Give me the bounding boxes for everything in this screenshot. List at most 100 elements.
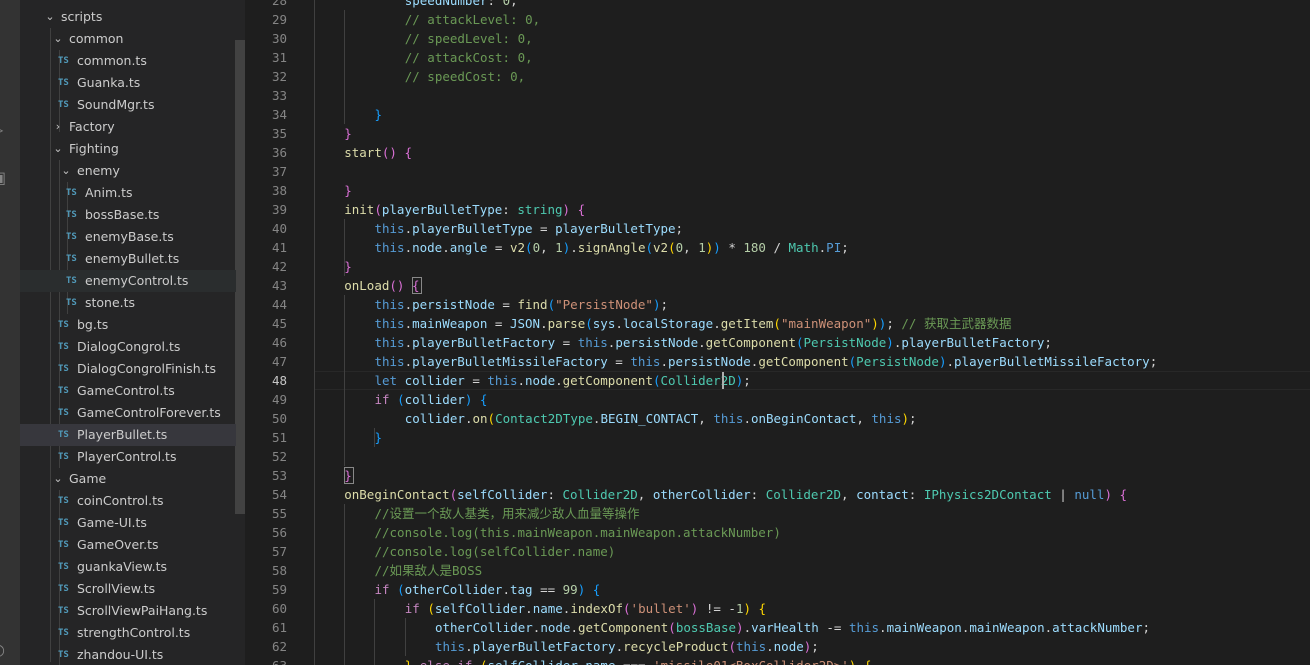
code-token: // attackLevel: 0, xyxy=(404,12,541,27)
code-line[interactable]: collider.on(Contact2DType.BEGIN_CONTACT,… xyxy=(314,409,917,428)
tree-label: strengthControl.ts xyxy=(77,625,191,640)
line-number: 63 xyxy=(245,656,287,665)
code-line[interactable]: //console.log(selfCollider.name) xyxy=(314,542,615,561)
code-line[interactable]: // speedLevel: 0, xyxy=(314,29,533,48)
code-line[interactable]: this.playerBulletMissileFactory = this.p… xyxy=(314,352,1157,371)
code-line[interactable]: init(playerBulletType: string) { xyxy=(314,200,585,219)
line-number: 41 xyxy=(271,240,287,255)
source-control-icon[interactable]: ⑂ xyxy=(0,74,7,90)
file-enemybase-ts[interactable]: TS enemyBase.ts xyxy=(20,226,236,248)
search-icon[interactable]: ⌕ xyxy=(0,26,7,42)
code-token: } xyxy=(374,430,382,445)
code-line[interactable]: if (collider) { xyxy=(314,390,487,409)
code-token: onBeginContact xyxy=(750,411,857,426)
code-line[interactable]: //console.log(this.mainWeapon.mainWeapon… xyxy=(314,523,780,542)
run-debug-icon[interactable]: ▷ xyxy=(0,122,7,138)
file-gameover-ts[interactable]: TS GameOver.ts xyxy=(20,534,236,556)
file-common-ts[interactable]: TS common.ts xyxy=(20,50,236,72)
code-token: selfCollider xyxy=(488,658,578,665)
file-playercontrol-ts[interactable]: TS PlayerControl.ts xyxy=(20,446,236,468)
code-line[interactable]: this.persistNode = find("PersistNode"); xyxy=(314,295,668,314)
sidebar-scrollbar[interactable] xyxy=(235,40,245,514)
code-token: ) xyxy=(901,411,910,426)
code-line[interactable]: //如果敌人是BOSS xyxy=(314,561,482,580)
code-token: getItem xyxy=(720,316,774,331)
remote-icon[interactable]: ⌁ xyxy=(0,418,7,434)
file-gamecontrol-ts[interactable]: TS GameControl.ts xyxy=(20,380,236,402)
folder-enemy[interactable]: ⌄ enemy xyxy=(20,160,236,182)
file-scrollviewpaihang-ts[interactable]: TS ScrollViewPaiHang.ts xyxy=(20,600,236,622)
extensions-icon[interactable]: ▣ xyxy=(0,170,7,186)
code-line[interactable]: onBeginContact(selfCollider: Collider2D,… xyxy=(314,485,1127,504)
code-line[interactable]: otherCollider.node.getComponent(bossBase… xyxy=(314,618,1150,637)
file-strengthcontrol-ts[interactable]: TS strengthControl.ts xyxy=(20,622,236,644)
file-enemybullet-ts[interactable]: TS enemyBullet.ts xyxy=(20,248,236,270)
chevron-down-icon: ⌄ xyxy=(53,472,63,485)
folder-common[interactable]: ⌄ common xyxy=(20,28,236,50)
code-token: { xyxy=(592,582,601,597)
code-token: ; xyxy=(886,316,902,331)
code-line[interactable]: this.playerBulletType = playerBulletType… xyxy=(314,219,683,238)
code-line[interactable]: this.playerBulletFactory = this.persistN… xyxy=(314,333,1051,352)
code-token: ; xyxy=(841,240,849,255)
code-line[interactable]: } xyxy=(314,181,352,200)
code-token: BEGIN_CONTACT xyxy=(600,411,699,426)
code-line[interactable]: } xyxy=(314,428,382,447)
file-bossbase-ts[interactable]: TS bossBase.ts xyxy=(20,204,236,226)
account-icon[interactable]: ○ xyxy=(0,642,7,658)
file-soundmgr-ts[interactable]: TS SoundMgr.ts xyxy=(20,94,236,116)
code-token: playerBulletFactory xyxy=(472,639,616,654)
code-token: } xyxy=(344,126,352,141)
code-token: 0 xyxy=(675,240,684,255)
code-line[interactable]: //设置一个敌人基类，用来减少敌人血量等操作 xyxy=(314,504,639,523)
code-line[interactable]: } xyxy=(314,124,352,143)
code-line[interactable]: } xyxy=(314,105,382,124)
file-dialogcongrol-ts[interactable]: TS DialogCongrol.ts xyxy=(20,336,236,358)
code-line[interactable]: onLoad() { xyxy=(314,276,419,295)
code-line[interactable]: // speedCost: 0, xyxy=(314,67,525,86)
code-token: if xyxy=(404,601,420,616)
file-dialogcongrolfinish-ts[interactable]: TS DialogCongrolFinish.ts xyxy=(20,358,236,380)
code-editor[interactable]: 28 speedNumber: 0, 29 // attackLevel: 0, 30 /… xyxy=(245,0,1310,665)
code-line[interactable]: start() { xyxy=(314,143,412,162)
file-guanka-ts[interactable]: TS Guanka.ts xyxy=(20,72,236,94)
code-token: () xyxy=(381,145,397,160)
file-anim-ts[interactable]: TS Anim.ts xyxy=(20,182,236,204)
code-token: this xyxy=(374,316,405,331)
folder-game[interactable]: ⌄ Game xyxy=(20,468,236,490)
file-stone-ts[interactable]: TS stone.ts xyxy=(20,292,236,314)
explorer-sidebar: ⌄ scripts ⌄ common TS common.ts TS Guanka.ts TS S… xyxy=(20,0,245,665)
file-game-ui-ts[interactable]: TS Game-UI.ts xyxy=(20,512,236,534)
file-playerbullet-ts[interactable]: TS PlayerBullet.ts xyxy=(20,424,236,446)
code-token: . xyxy=(442,240,450,255)
typescript-file-icon: TS xyxy=(58,584,69,594)
file-gamecontrolforever-ts[interactable]: TS GameControlForever.ts xyxy=(20,402,236,424)
code-line[interactable]: this.mainWeapon = JSON.parse(sys.localSt… xyxy=(314,314,1011,333)
file-bg-ts[interactable]: TS bg.ts xyxy=(20,314,236,336)
code-line[interactable]: } else if (selfCollider.name === 'missil… xyxy=(314,656,872,665)
file-enemycontrol-ts[interactable]: TS enemyControl.ts xyxy=(20,270,236,292)
code-line[interactable]: speedNumber: 0, xyxy=(314,0,518,10)
file-scrollview-ts[interactable]: TS ScrollView.ts xyxy=(20,578,236,600)
code-token: this xyxy=(434,639,466,654)
code-line[interactable]: let collider = this.node.getComponent(Co… xyxy=(314,371,750,390)
code-line[interactable]: this.node.angle = v2(0, 1).signAngle(v2(… xyxy=(314,238,849,257)
code-line[interactable]: this.playerBulletFactory.recycleProduct(… xyxy=(314,637,819,656)
folder-fighting[interactable]: ⌄ Fighting xyxy=(20,138,236,160)
file-guankaview-ts[interactable]: TS guankaView.ts xyxy=(20,556,236,578)
code-line[interactable]: // attackCost: 0, xyxy=(314,48,533,67)
tree-label: ScrollViewPaiHang.ts xyxy=(77,603,208,618)
folder-scripts[interactable]: ⌄ scripts xyxy=(20,6,236,28)
code-line[interactable]: if (otherCollider.tag == 99) { xyxy=(314,580,600,599)
code-line[interactable]: // attackLevel: 0, xyxy=(314,10,540,29)
file-zhandou-ui-ts[interactable]: TS zhandou-UI.ts xyxy=(20,644,236,665)
code-token: playerBulletFactory xyxy=(412,335,556,350)
tree-label: stone.ts xyxy=(85,295,136,310)
code-line[interactable]: if (selfCollider.name.indexOf('bullet') … xyxy=(314,599,766,618)
code-token: collider xyxy=(404,373,465,388)
file-coincontrol-ts[interactable]: TS coinControl.ts xyxy=(20,490,236,512)
folder-factory[interactable]: › Factory xyxy=(20,116,236,138)
code-token: Collider2D xyxy=(660,373,736,388)
code-line[interactable]: } xyxy=(314,257,352,276)
